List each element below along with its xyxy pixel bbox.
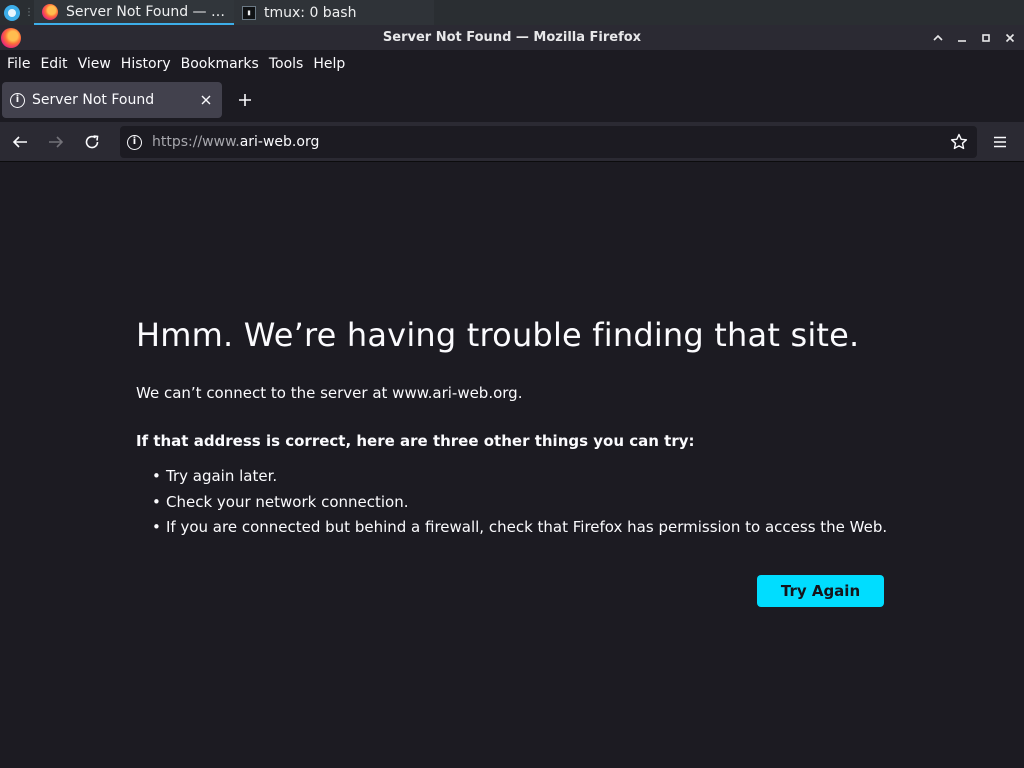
error-title: Hmm. We’re having trouble finding that s… <box>136 316 860 354</box>
launcher-logo-icon <box>4 4 20 21</box>
window-title: Server Not Found — Mozilla Firefox <box>382 30 642 45</box>
url-prefix: https://www. <box>152 134 240 150</box>
taskbar-handle-icon: ⋮ <box>24 7 34 18</box>
reload-icon <box>85 134 99 148</box>
url-text[interactable]: https://www.ari-web.org <box>152 134 319 150</box>
menu-view[interactable]: View <box>73 56 116 72</box>
error-tip-item: Check your network connection. <box>152 490 896 516</box>
tab-server-not-found[interactable]: i Server Not Found <box>2 82 222 118</box>
arrow-right-icon <box>49 135 64 148</box>
tab-title: Server Not Found <box>32 92 155 108</box>
close-tab-icon[interactable] <box>198 92 214 108</box>
hamburger-menu-icon[interactable] <box>988 130 1012 154</box>
taskbar-task-firefox[interactable]: Server Not Found — Mo… <box>34 0 234 25</box>
firefox-icon <box>42 3 58 20</box>
taskbar: ⋮ Server Not Found — Mo… ▮ tmux: 0 bash <box>0 0 1024 25</box>
menu-bar: File Edit View History Bookmarks Tools H… <box>0 50 1024 78</box>
info-icon: i <box>10 92 25 108</box>
page-content: Hmm. We’re having trouble finding that s… <box>0 163 1024 768</box>
new-tab-button[interactable] <box>230 85 260 115</box>
maximize-icon[interactable] <box>976 28 996 48</box>
back-button[interactable] <box>4 126 36 158</box>
plus-icon <box>239 94 251 106</box>
close-window-icon[interactable] <box>1000 28 1020 48</box>
reload-button[interactable] <box>76 126 108 158</box>
menu-history[interactable]: History <box>116 56 176 72</box>
firefox-window-icon[interactable] <box>1 27 21 48</box>
error-container: Hmm. We’re having trouble finding that s… <box>136 316 896 541</box>
tab-strip: i Server Not Found <box>0 78 1024 122</box>
error-description: We can’t connect to the server at www.ar… <box>136 384 523 402</box>
arrow-left-icon <box>12 135 27 148</box>
terminal-icon: ▮ <box>242 5 256 20</box>
error-tip-item: If you are connected but behind a firewa… <box>152 515 896 541</box>
site-info-icon[interactable]: i <box>127 134 142 150</box>
menu-edit[interactable]: Edit <box>35 56 72 72</box>
try-again-button[interactable]: Try Again <box>757 575 884 607</box>
menu-file[interactable]: File <box>2 56 35 72</box>
minimize-icon[interactable] <box>952 28 972 48</box>
url-bar[interactable]: i https://www.ari-web.org <box>120 126 977 158</box>
menu-bookmarks[interactable]: Bookmarks <box>176 56 264 72</box>
window-titlebar: Server Not Found — Mozilla Firefox <box>0 25 1024 50</box>
error-tips-list: Try again later. Check your network conn… <box>152 464 896 541</box>
app-launcher-button[interactable] <box>0 0 24 25</box>
navigation-toolbar: i https://www.ari-web.org <box>0 122 1024 162</box>
taskbar-task-label: Server Not Found — Mo… <box>66 3 226 20</box>
url-domain: ari-web.org <box>239 134 320 150</box>
forward-button[interactable] <box>40 126 72 158</box>
taskbar-task-terminal[interactable]: ▮ tmux: 0 bash <box>234 0 434 25</box>
taskbar-task-label: tmux: 0 bash <box>264 4 357 21</box>
chevron-up-icon[interactable] <box>928 28 948 48</box>
menu-tools[interactable]: Tools <box>264 56 309 72</box>
window-controls <box>928 25 1020 50</box>
bookmark-star-icon[interactable] <box>947 130 971 154</box>
error-tips-title: If that address is correct, here are thr… <box>136 432 695 450</box>
error-tip-item: Try again later. <box>152 464 896 490</box>
menu-help[interactable]: Help <box>308 56 350 72</box>
